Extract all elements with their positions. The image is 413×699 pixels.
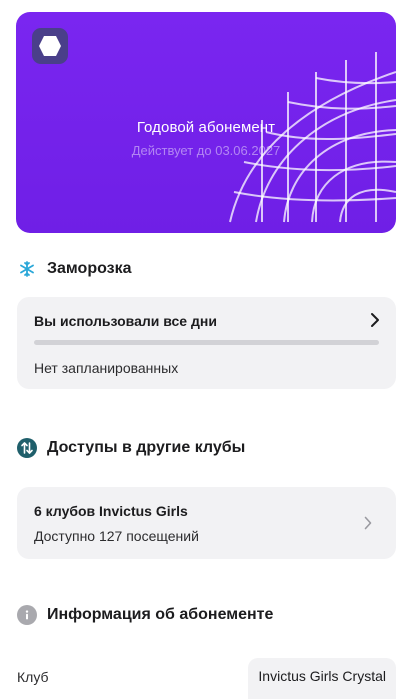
club-value: Invictus Girls Crystal bbox=[248, 658, 396, 699]
access-panel[interactable]: 6 клубов Invictus Girls Доступно 127 пос… bbox=[17, 487, 396, 559]
card-validity: Действует до 03.06.2027 bbox=[131, 143, 281, 158]
membership-card[interactable]: Годовой абонемент Действует до 03.06.202… bbox=[16, 12, 396, 233]
access-heading-label: Доступы в другие клубы bbox=[47, 439, 246, 456]
club-label: Клуб bbox=[17, 669, 49, 685]
freeze-status: Нет запланированных bbox=[34, 360, 179, 376]
snowflake-icon bbox=[17, 259, 37, 279]
access-visits: Доступно 127 посещений bbox=[34, 528, 199, 544]
swap-arrows-icon bbox=[17, 438, 37, 458]
freeze-heading: Заморозка bbox=[17, 259, 132, 279]
chevron-right-icon bbox=[364, 516, 372, 530]
info-heading: Информация об абонементе bbox=[17, 605, 273, 625]
freeze-panel[interactable]: Вы использовали все дни Нет запланирован… bbox=[17, 297, 396, 389]
club-info-row: Клуб Invictus Girls Crystal bbox=[17, 658, 396, 699]
info-heading-label: Информация об абонементе bbox=[47, 606, 274, 623]
access-title: 6 клубов Invictus Girls bbox=[34, 503, 188, 519]
freeze-title: Вы использовали все дни bbox=[34, 313, 217, 329]
access-heading: Доступы в другие клубы bbox=[17, 438, 245, 458]
card-title: Годовой абонемент bbox=[136, 119, 276, 136]
info-icon bbox=[17, 605, 37, 625]
hexagon-logo-icon bbox=[32, 28, 68, 64]
chevron-right-icon bbox=[371, 313, 379, 327]
freeze-progress-bar bbox=[34, 340, 379, 345]
freeze-heading-label: Заморозка bbox=[47, 260, 132, 277]
